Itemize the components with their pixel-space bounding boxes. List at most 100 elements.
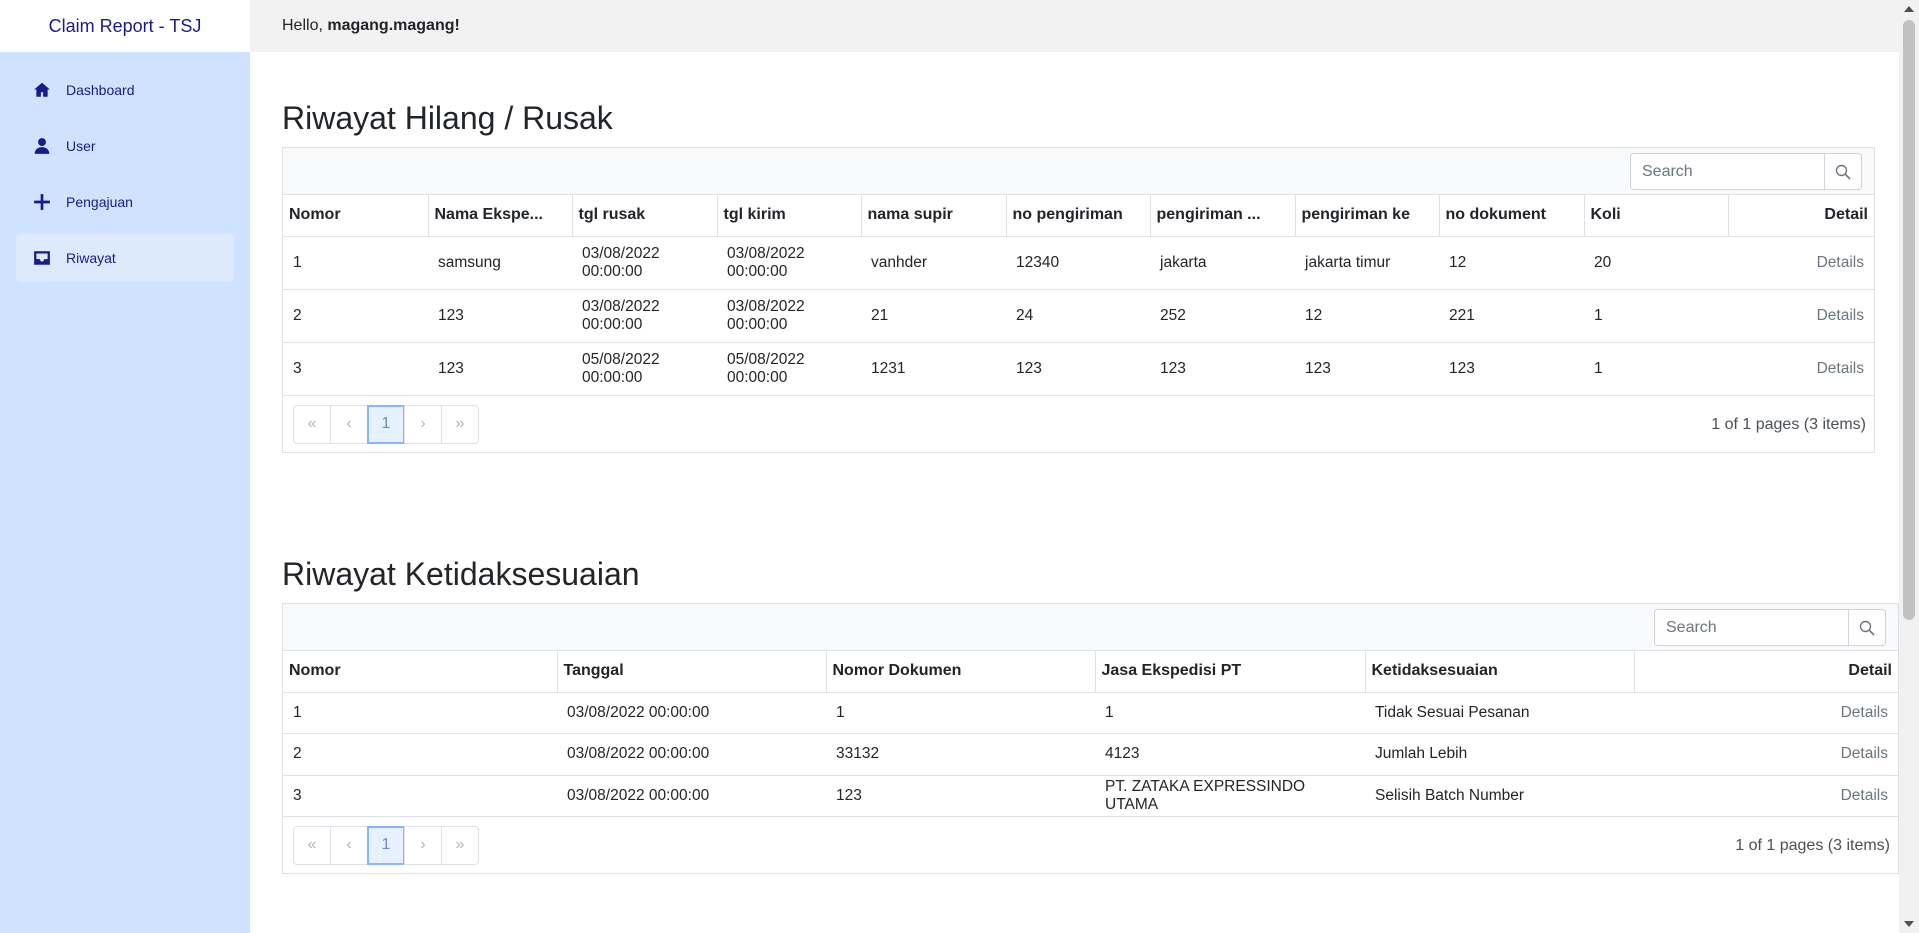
column-header[interactable]: pengiriman ... [1149, 195, 1295, 237]
table-cell: 123 [428, 289, 572, 343]
table-cell: 03/08/2022 00:00:00 [557, 733, 826, 776]
brand-title[interactable]: Claim Report - TSJ [0, 0, 250, 52]
table-cell: 1 [1095, 692, 1365, 734]
sidebar: Claim Report - TSJ Dashboard User Pengaj… [0, 0, 250, 933]
table-cell: 05/08/2022 00:00:00 [572, 342, 717, 396]
column-header[interactable]: Nomor [283, 651, 557, 693]
table-cell: 03/08/2022 00:00:00 [717, 289, 861, 343]
last-page-button[interactable]: » [441, 404, 479, 444]
search-box [1654, 609, 1886, 646]
column-header[interactable]: Nomor Dokumen [825, 651, 1095, 693]
table-cell: 252 [1150, 289, 1295, 343]
table-cell: 1 [1584, 342, 1728, 396]
details-link[interactable]: Details [1728, 289, 1874, 343]
table-cell: 2 [283, 289, 428, 343]
details-link[interactable]: Details [1728, 236, 1874, 290]
table-row: 1 03/08/2022 00:00:00 1 1 Tidak Sesuai P… [283, 692, 1898, 734]
search-button[interactable] [1849, 609, 1886, 646]
table-cell: 4123 [1095, 733, 1365, 776]
sidebar-item-label: Dashboard [66, 82, 135, 98]
column-header[interactable]: Detail [1633, 651, 1898, 693]
column-header[interactable]: Nama Ekspe... [427, 195, 572, 237]
column-header[interactable]: no dokument [1438, 195, 1584, 237]
table-cell: jakarta timur [1295, 236, 1439, 290]
details-link[interactable]: Details [1634, 775, 1898, 817]
next-page-button[interactable]: › [404, 825, 442, 865]
scroll-up-icon[interactable] [1904, 6, 1914, 12]
user-icon [32, 136, 52, 156]
sidebar-item-pengajuan[interactable]: Pengajuan [16, 178, 234, 226]
column-header[interactable]: Detail [1727, 195, 1874, 237]
next-page-button[interactable]: › [404, 404, 442, 444]
table-cell: 3 [283, 775, 557, 817]
column-header[interactable]: Ketidaksesuaian [1364, 651, 1634, 693]
table-cell: 03/08/2022 00:00:00 [557, 692, 826, 734]
prev-page-button[interactable]: ‹ [330, 404, 368, 444]
home-icon [32, 80, 52, 100]
table-row: 3 03/08/2022 00:00:00 123 PT. ZATAKA EXP… [283, 775, 1898, 817]
table-cell: Selisih Batch Number [1365, 775, 1634, 817]
column-header[interactable]: Nomor [283, 195, 428, 237]
table-cell: vanhder [861, 236, 1006, 290]
table-cell: Tidak Sesuai Pesanan [1365, 692, 1634, 734]
table-cell: 123 [1439, 342, 1584, 396]
search-input[interactable] [1654, 609, 1849, 646]
page-1-button[interactable]: 1 [367, 825, 405, 865]
table-cell: 221 [1439, 289, 1584, 343]
column-header[interactable]: no pengiriman [1005, 195, 1150, 237]
table-cell: 03/08/2022 00:00:00 [717, 236, 861, 290]
table-cell: 03/08/2022 00:00:00 [572, 236, 717, 290]
sidebar-item-dashboard[interactable]: Dashboard [16, 66, 234, 114]
grid-ketidaksesuaian: Nomor Tanggal Nomor Dokumen Jasa Ekspedi… [282, 603, 1899, 874]
table-cell: samsung [428, 236, 572, 290]
table-cell: 33132 [826, 733, 1095, 776]
column-header[interactable]: Jasa Ekspedisi PT [1094, 651, 1365, 693]
table-cell: 1 [826, 692, 1095, 734]
table-cell: 03/08/2022 00:00:00 [557, 775, 826, 817]
details-link[interactable]: Details [1634, 692, 1898, 734]
table-cell: 123 [1150, 342, 1295, 396]
table-row: 2 123 03/08/2022 00:00:00 03/08/2022 00:… [283, 289, 1874, 343]
scroll-down-icon[interactable] [1904, 921, 1914, 927]
details-link[interactable]: Details [1634, 733, 1898, 776]
pager-row: « ‹ 1 › » 1 of 1 pages (3 items) [283, 396, 1874, 452]
page-scrollbar[interactable] [1899, 0, 1919, 933]
search-input[interactable] [1630, 153, 1825, 190]
column-header[interactable]: tgl kirim [716, 195, 861, 237]
table-cell: 1 [283, 692, 557, 734]
page-1-button[interactable]: 1 [367, 404, 405, 444]
grid-toolbar [283, 148, 1874, 195]
page-info: 1 of 1 pages (3 items) [1711, 415, 1866, 433]
column-header[interactable]: nama supir [860, 195, 1006, 237]
table-cell: jakarta [1150, 236, 1295, 290]
top-bar: Hello, magang.magang! [250, 0, 1899, 52]
last-page-button[interactable]: » [441, 825, 479, 865]
table-header-row: Nomor Nama Ekspe... tgl rusak tgl kirim … [283, 195, 1874, 237]
table-cell: 03/08/2022 00:00:00 [572, 289, 717, 343]
table-cell: 2 [283, 733, 557, 776]
search-icon [1859, 620, 1875, 636]
first-page-button[interactable]: « [293, 825, 331, 865]
table-row: 1 samsung 03/08/2022 00:00:00 03/08/2022… [283, 236, 1874, 290]
pagination: « ‹ 1 › » [293, 825, 479, 865]
table-cell: 12340 [1006, 236, 1150, 290]
search-button[interactable] [1825, 153, 1862, 190]
table-cell: 12 [1439, 236, 1584, 290]
table-cell: Jumlah Lebih [1365, 733, 1634, 776]
table-cell: 123 [826, 775, 1095, 817]
inbox-icon [32, 248, 52, 268]
column-header[interactable]: pengiriman ke [1294, 195, 1439, 237]
page-title-hilang-rusak: Riwayat Hilang / Rusak [282, 100, 613, 136]
column-header[interactable]: Koli [1583, 195, 1728, 237]
table-cell: 123 [428, 342, 572, 396]
column-header[interactable]: tgl rusak [571, 195, 717, 237]
data-table: Nomor Tanggal Nomor Dokumen Jasa Ekspedi… [283, 651, 1898, 817]
first-page-button[interactable]: « [293, 404, 331, 444]
details-link[interactable]: Details [1728, 342, 1874, 396]
sidebar-item-user[interactable]: User [16, 122, 234, 170]
column-header[interactable]: Tanggal [556, 651, 826, 693]
prev-page-button[interactable]: ‹ [330, 825, 368, 865]
search-icon [1835, 164, 1851, 180]
scrollbar-thumb[interactable] [1903, 20, 1915, 620]
sidebar-item-riwayat[interactable]: Riwayat [16, 234, 234, 282]
